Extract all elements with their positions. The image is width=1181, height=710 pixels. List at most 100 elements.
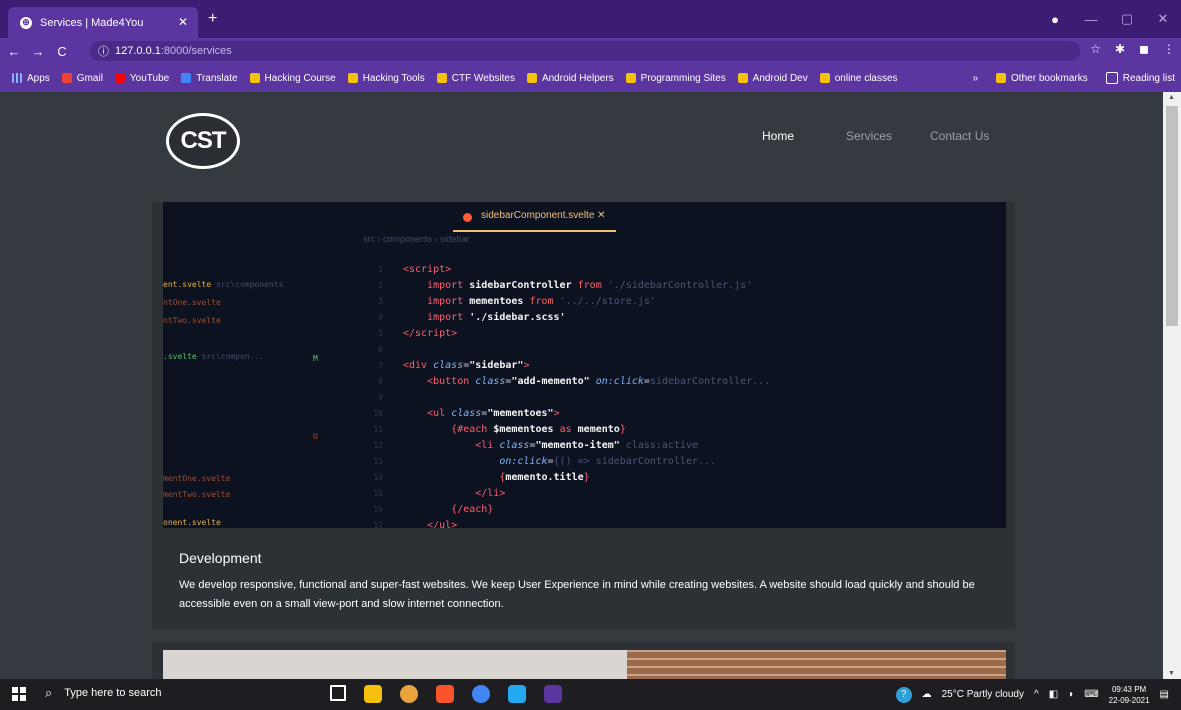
card-title: Development xyxy=(179,550,262,566)
browser-titlebar: ⊕ Services | Made4You ✕ + ● — ▢ ✕ xyxy=(0,0,1181,38)
forward-button[interactable]: → xyxy=(28,44,48,59)
tray-chevron-icon[interactable]: ^ xyxy=(1034,689,1039,700)
clock-time: 09:43 PM xyxy=(1111,684,1147,694)
youtube-icon xyxy=(114,73,125,83)
windows-start-icon[interactable] xyxy=(12,687,26,701)
bookmark-online-classes[interactable]: online classes xyxy=(819,73,898,84)
chrome-icon[interactable] xyxy=(400,685,418,703)
nav-services-link[interactable]: Services xyxy=(846,129,892,143)
url-host: 127.0.0.1 xyxy=(115,45,161,57)
scroll-up-arrow-icon[interactable]: ▲ xyxy=(1168,94,1175,101)
task-view-icon[interactable] xyxy=(330,685,346,701)
file-tree: ent.svelte src\components ntOne.svelte n… xyxy=(163,280,318,527)
folder-icon xyxy=(347,73,358,83)
window-controls: ● — ▢ ✕ xyxy=(1037,0,1181,38)
card-description: We develop responsive, functional and su… xyxy=(179,579,975,610)
browser-toolbar: ← → C ⓘ 127.0.0.1:8000/services ☆ ✱ ◼ ⋮ xyxy=(0,38,1181,64)
service-card-next xyxy=(152,642,1015,679)
taskbar-search[interactable]: ⌕ Type here to search xyxy=(45,685,162,701)
bookmark-ctf-websites[interactable]: CTF Websites xyxy=(436,73,515,84)
back-button[interactable]: ← xyxy=(4,44,24,59)
translate-icon xyxy=(181,73,192,83)
image-crumb: src › components › sidebar xyxy=(363,234,470,244)
extensions-icon[interactable]: ✱ xyxy=(1115,42,1125,56)
nav-services[interactable]: Services xyxy=(846,129,892,143)
service-card-next-image xyxy=(163,650,1006,679)
page-scrollbar[interactable]: ▲ ▼ xyxy=(1163,92,1181,679)
page-content: CST Home Services Contact Us sidebarComp… xyxy=(0,92,1163,679)
code-tab-label: sidebarComponent.svelte ✕ xyxy=(453,208,616,232)
maximize-button[interactable]: ▢ xyxy=(1109,11,1145,27)
weather-text[interactable]: 25°C Partly cloudy xyxy=(942,689,1024,700)
scroll-down-arrow-icon[interactable]: ▼ xyxy=(1168,670,1175,677)
vscode-icon[interactable] xyxy=(508,685,526,703)
clock-date: 22-09-2021 xyxy=(1108,695,1150,705)
weather-icon[interactable]: ☁ xyxy=(922,689,932,700)
file-explorer-icon[interactable] xyxy=(364,685,382,703)
globe-icon: ⊕ xyxy=(20,16,32,29)
reading-list[interactable]: Reading list xyxy=(1105,72,1175,84)
bookmark-android-dev[interactable]: Android Dev xyxy=(737,73,808,84)
keyboard-icon[interactable]: ⌨ xyxy=(1084,689,1098,700)
minimize-button[interactable]: — xyxy=(1073,12,1109,27)
bookmarks-right: » Other bookmarks Reading list xyxy=(972,64,1175,92)
nav-contact-link[interactable]: Contact Us xyxy=(930,129,989,143)
reload-button[interactable]: C xyxy=(52,44,72,59)
menu-kebab-icon[interactable]: ⋮ xyxy=(1163,42,1175,56)
address-bar[interactable]: ⓘ 127.0.0.1:8000/services xyxy=(90,41,1080,61)
line-numbers: 1 2 3 4 5 6 7 8 9 10 11 12 13 14 15 16 17 xyxy=(373,265,383,528)
nav-contact[interactable]: Contact Us xyxy=(930,129,989,143)
bookmark-translate[interactable]: Translate xyxy=(181,73,238,84)
app-icon[interactable] xyxy=(472,685,490,703)
nav-home-link[interactable]: Home xyxy=(762,129,794,143)
url-path: :8000/services xyxy=(160,45,232,57)
close-window-button[interactable]: ✕ xyxy=(1145,11,1181,27)
bookmark-gmail[interactable]: Gmail xyxy=(61,73,103,84)
scrollbar-thumb[interactable] xyxy=(1166,106,1178,326)
folder-icon xyxy=(249,73,260,83)
clock[interactable]: 09:43 PM 22-09-2021 xyxy=(1109,684,1150,706)
apps-icon xyxy=(12,73,22,83)
bookmark-youtube[interactable]: YouTube xyxy=(114,73,169,84)
burp-icon[interactable] xyxy=(544,685,562,703)
bookmark-hacking-tools[interactable]: Hacking Tools xyxy=(347,73,425,84)
tab-services[interactable]: ⊕ Services | Made4You ✕ xyxy=(8,7,198,38)
reading-list-icon xyxy=(1105,72,1118,84)
bookmark-star-icon[interactable]: ☆ xyxy=(1090,42,1101,56)
service-card-development: sidebarComponent.svelte ✕ src › componen… xyxy=(152,202,1015,629)
other-bookmarks[interactable]: Other bookmarks xyxy=(996,73,1088,84)
code-block: <script> import sidebarController from '… xyxy=(403,264,771,528)
bookmarks-overflow-button[interactable]: » xyxy=(972,73,978,84)
folder-icon xyxy=(737,73,748,83)
windows-taskbar: ⌕ Type here to search ? ☁ 25°C Partly cl… xyxy=(0,679,1181,710)
brick-wall-graphic xyxy=(627,650,1006,679)
folder-icon xyxy=(819,73,830,83)
system-tray: ? ☁ 25°C Partly cloudy ^ ◧ ◗ ⌨ 09:43 PM … xyxy=(895,679,1169,710)
taskbar-apps xyxy=(330,685,562,703)
site-logo[interactable]: CST xyxy=(166,113,240,169)
network-icon[interactable]: ◧ xyxy=(1049,689,1058,700)
gmail-icon xyxy=(61,73,72,83)
help-icon[interactable]: ? xyxy=(895,686,912,703)
bookmark-apps[interactable]: Apps xyxy=(12,73,50,84)
folder-icon xyxy=(996,73,1007,83)
bookmark-programming-sites[interactable]: Programming Sites xyxy=(625,73,726,84)
bookmarks-bar: Apps Gmail YouTube Translate Hacking Cou… xyxy=(0,64,1181,92)
folder-icon xyxy=(625,73,636,83)
folder-icon xyxy=(436,73,447,83)
toolbar-actions: ☆ ✱ ◼ ⋮ xyxy=(1090,42,1175,56)
notifications-icon[interactable]: ▤ xyxy=(1160,689,1169,700)
bookmark-hacking-course[interactable]: Hacking Course xyxy=(249,73,336,84)
volume-icon[interactable]: ◗ xyxy=(1068,689,1074,700)
folder-icon xyxy=(526,73,537,83)
profile-icon[interactable]: ● xyxy=(1037,12,1073,27)
taskbar-search-placeholder: Type here to search xyxy=(64,687,162,699)
tab-title: Services | Made4You xyxy=(40,16,144,29)
extension-avatar-icon[interactable]: ◼ xyxy=(1139,42,1149,56)
site-info-icon[interactable]: ⓘ xyxy=(98,43,109,59)
new-tab-button[interactable]: + xyxy=(208,10,217,28)
tab-close-icon[interactable]: ✕ xyxy=(178,15,188,29)
nav-home[interactable]: Home xyxy=(762,129,794,143)
bookmark-android-helpers[interactable]: Android Helpers xyxy=(526,73,614,84)
brave-icon[interactable] xyxy=(436,685,454,703)
